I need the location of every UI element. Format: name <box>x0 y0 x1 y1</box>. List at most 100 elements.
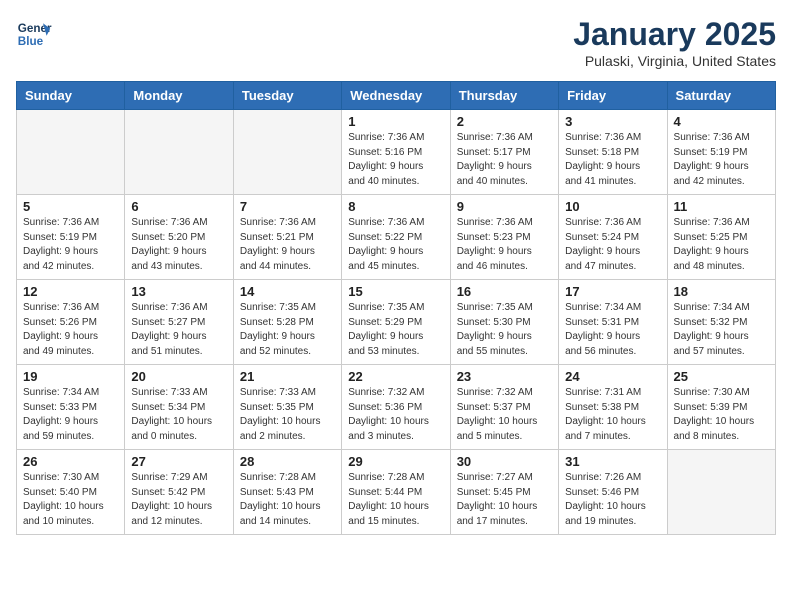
calendar-cell <box>667 450 775 535</box>
calendar-cell: 16 Sunrise: 7:35 AMSunset: 5:30 PMDayligh… <box>450 280 558 365</box>
day-info: Sunrise: 7:28 AMSunset: 5:44 PMDaylight:… <box>348 471 443 529</box>
calendar-cell: 1 Sunrise: 7:36 AMSunset: 5:16 PMDaylight… <box>342 110 450 195</box>
day-number: 27 <box>131 454 226 469</box>
day-info: Sunrise: 7:28 AMSunset: 5:43 PMDaylight:… <box>240 471 335 529</box>
day-info: Sunrise: 7:34 AMSunset: 5:31 PMDaylight:… <box>565 301 660 359</box>
day-info: Sunrise: 7:35 AMSunset: 5:28 PMDaylight:… <box>240 301 335 359</box>
day-info: Sunrise: 7:36 AMSunset: 5:24 PMDaylight:… <box>565 216 660 274</box>
calendar-cell: 18 Sunrise: 7:34 AMSunset: 5:32 PMDayligh… <box>667 280 775 365</box>
title-block: January 2025 Pulaski, Virginia, United S… <box>573 16 776 69</box>
week-row-1: 1 Sunrise: 7:36 AMSunset: 5:16 PMDaylight… <box>17 110 776 195</box>
column-header-tuesday: Tuesday <box>233 82 341 110</box>
calendar-cell: 15Sunrise: 7:35 AMSunset: 5:29 PMDayligh… <box>342 280 450 365</box>
day-number: 31 <box>565 454 660 469</box>
day-info: Sunrise: 7:36 AMSunset: 5:22 PMDaylight:… <box>348 216 443 274</box>
calendar-cell: 31Sunrise: 7:26 AMSunset: 5:46 PMDayligh… <box>559 450 667 535</box>
calendar-cell: 19 Sunrise: 7:34 AMSunset: 5:33 PMDayligh… <box>17 365 125 450</box>
calendar-cell: 28 Sunrise: 7:28 AMSunset: 5:43 PMDayligh… <box>233 450 341 535</box>
day-number: 14 <box>240 284 335 299</box>
calendar-cell: 29 Sunrise: 7:28 AMSunset: 5:44 PMDayligh… <box>342 450 450 535</box>
column-header-saturday: Saturday <box>667 82 775 110</box>
calendar-cell: 13 Sunrise: 7:36 AMSunset: 5:27 PMDayligh… <box>125 280 233 365</box>
day-info: Sunrise: 7:32 AMSunset: 5:37 PMDaylight:… <box>457 386 552 444</box>
day-number: 4 <box>674 114 769 129</box>
column-header-friday: Friday <box>559 82 667 110</box>
week-row-3: 12Sunrise: 7:36 AMSunset: 5:26 PMDayligh… <box>17 280 776 365</box>
day-number: 24 <box>565 369 660 384</box>
column-header-monday: Monday <box>125 82 233 110</box>
calendar-cell: 3Sunrise: 7:36 AMSunset: 5:18 PMDaylight… <box>559 110 667 195</box>
calendar-cell: 6 Sunrise: 7:36 AMSunset: 5:20 PMDaylight… <box>125 195 233 280</box>
calendar-cell: 7 Sunrise: 7:36 AMSunset: 5:21 PMDaylight… <box>233 195 341 280</box>
day-info: Sunrise: 7:27 AMSunset: 5:45 PMDaylight:… <box>457 471 552 529</box>
day-number: 22 <box>348 369 443 384</box>
calendar-cell: 27Sunrise: 7:29 AMSunset: 5:42 PMDayligh… <box>125 450 233 535</box>
calendar-cell: 4 Sunrise: 7:36 AMSunset: 5:19 PMDaylight… <box>667 110 775 195</box>
day-info: Sunrise: 7:36 AMSunset: 5:25 PMDaylight:… <box>674 216 769 274</box>
calendar-cell: 24Sunrise: 7:31 AMSunset: 5:38 PMDayligh… <box>559 365 667 450</box>
week-row-2: 5 Sunrise: 7:36 AMSunset: 5:19 PMDaylight… <box>17 195 776 280</box>
calendar-cell: 23 Sunrise: 7:32 AMSunset: 5:37 PMDayligh… <box>450 365 558 450</box>
day-number: 23 <box>457 369 552 384</box>
day-number: 19 <box>23 369 118 384</box>
day-info: Sunrise: 7:35 AMSunset: 5:30 PMDaylight:… <box>457 301 552 359</box>
calendar-cell: 22 Sunrise: 7:32 AMSunset: 5:36 PMDayligh… <box>342 365 450 450</box>
calendar-header-row: SundayMondayTuesdayWednesdayThursdayFrid… <box>17 82 776 110</box>
day-number: 16 <box>457 284 552 299</box>
calendar-cell: 26 Sunrise: 7:30 AMSunset: 5:40 PMDayligh… <box>17 450 125 535</box>
day-number: 9 <box>457 199 552 214</box>
day-number: 26 <box>23 454 118 469</box>
calendar-cell: 30Sunrise: 7:27 AMSunset: 5:45 PMDayligh… <box>450 450 558 535</box>
column-header-wednesday: Wednesday <box>342 82 450 110</box>
calendar-cell: 8 Sunrise: 7:36 AMSunset: 5:22 PMDaylight… <box>342 195 450 280</box>
day-number: 7 <box>240 199 335 214</box>
week-row-4: 19 Sunrise: 7:34 AMSunset: 5:33 PMDayligh… <box>17 365 776 450</box>
day-info: Sunrise: 7:36 AMSunset: 5:19 PMDaylight:… <box>674 131 769 189</box>
day-number: 5 <box>23 199 118 214</box>
day-number: 18 <box>674 284 769 299</box>
day-info: Sunrise: 7:36 AMSunset: 5:21 PMDaylight:… <box>240 216 335 274</box>
day-info: Sunrise: 7:33 AMSunset: 5:34 PMDaylight:… <box>131 386 226 444</box>
day-info: Sunrise: 7:30 AMSunset: 5:40 PMDaylight:… <box>23 471 118 529</box>
day-number: 29 <box>348 454 443 469</box>
column-header-sunday: Sunday <box>17 82 125 110</box>
day-info: Sunrise: 7:36 AMSunset: 5:27 PMDaylight:… <box>131 301 226 359</box>
day-number: 8 <box>348 199 443 214</box>
day-info: Sunrise: 7:33 AMSunset: 5:35 PMDaylight:… <box>240 386 335 444</box>
calendar-cell: 21Sunrise: 7:33 AMSunset: 5:35 PMDayligh… <box>233 365 341 450</box>
calendar-cell: 14 Sunrise: 7:35 AMSunset: 5:28 PMDayligh… <box>233 280 341 365</box>
calendar-cell: 11 Sunrise: 7:36 AMSunset: 5:25 PMDayligh… <box>667 195 775 280</box>
day-number: 3 <box>565 114 660 129</box>
day-number: 10 <box>565 199 660 214</box>
day-number: 1 <box>348 114 443 129</box>
calendar-cell: 17 Sunrise: 7:34 AMSunset: 5:31 PMDayligh… <box>559 280 667 365</box>
day-number: 28 <box>240 454 335 469</box>
day-info: Sunrise: 7:36 AMSunset: 5:20 PMDaylight:… <box>131 216 226 274</box>
calendar-cell: 25Sunrise: 7:30 AMSunset: 5:39 PMDayligh… <box>667 365 775 450</box>
logo-icon: General Blue <box>16 16 52 52</box>
calendar-table: SundayMondayTuesdayWednesdayThursdayFrid… <box>16 81 776 535</box>
day-number: 11 <box>674 199 769 214</box>
column-header-thursday: Thursday <box>450 82 558 110</box>
calendar-cell: 20 Sunrise: 7:33 AMSunset: 5:34 PMDayligh… <box>125 365 233 450</box>
day-info: Sunrise: 7:34 AMSunset: 5:32 PMDaylight:… <box>674 301 769 359</box>
day-number: 20 <box>131 369 226 384</box>
day-info: Sunrise: 7:36 AMSunset: 5:16 PMDaylight:… <box>348 131 443 189</box>
calendar-cell: 10 Sunrise: 7:36 AMSunset: 5:24 PMDayligh… <box>559 195 667 280</box>
day-number: 2 <box>457 114 552 129</box>
day-info: Sunrise: 7:34 AMSunset: 5:33 PMDaylight:… <box>23 386 118 444</box>
calendar-cell: 5 Sunrise: 7:36 AMSunset: 5:19 PMDaylight… <box>17 195 125 280</box>
day-info: Sunrise: 7:36 AMSunset: 5:19 PMDaylight:… <box>23 216 118 274</box>
day-number: 17 <box>565 284 660 299</box>
day-number: 13 <box>131 284 226 299</box>
day-info: Sunrise: 7:32 AMSunset: 5:36 PMDaylight:… <box>348 386 443 444</box>
logo: General Blue <box>16 16 52 52</box>
day-info: Sunrise: 7:36 AMSunset: 5:17 PMDaylight:… <box>457 131 552 189</box>
calendar-cell <box>233 110 341 195</box>
calendar-cell: 2 Sunrise: 7:36 AMSunset: 5:17 PMDaylight… <box>450 110 558 195</box>
calendar-cell <box>125 110 233 195</box>
day-info: Sunrise: 7:30 AMSunset: 5:39 PMDaylight:… <box>674 386 769 444</box>
day-number: 12 <box>23 284 118 299</box>
day-number: 6 <box>131 199 226 214</box>
month-title: January 2025 <box>573 16 776 53</box>
